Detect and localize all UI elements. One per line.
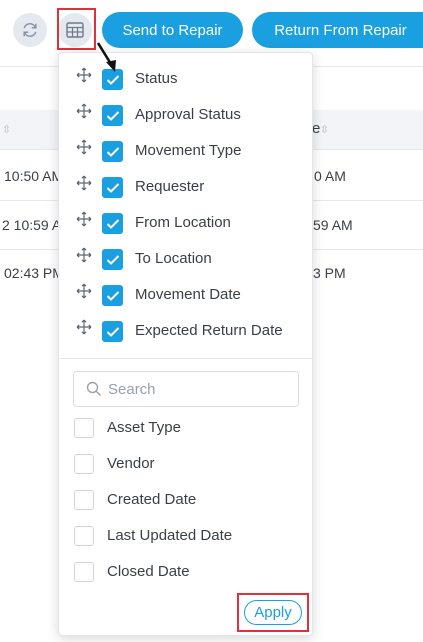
checkbox-checked[interactable] <box>102 285 123 306</box>
annotation-arrow <box>96 42 116 72</box>
column-label: Closed Date <box>107 563 190 580</box>
drag-handle-icon[interactable] <box>75 246 93 264</box>
selected-column-item[interactable]: Requester <box>75 174 310 202</box>
drag-handle-icon[interactable] <box>75 318 93 336</box>
checkbox-checked[interactable] <box>102 177 123 198</box>
sort-icon[interactable]: ⇳ <box>2 123 11 136</box>
return-from-repair-button[interactable]: Return From Repair <box>252 12 423 48</box>
checkbox-unchecked[interactable] <box>74 562 94 582</box>
selected-column-item[interactable]: Movement Type <box>75 138 310 166</box>
available-column-item[interactable]: Created Date <box>74 488 304 514</box>
table-cell: 3 PM <box>313 265 346 281</box>
apply-button[interactable]: Apply <box>244 600 302 625</box>
column-search[interactable] <box>73 371 299 407</box>
check-icon <box>106 290 119 301</box>
column-label: From Location <box>135 214 231 231</box>
check-icon <box>106 182 119 193</box>
column-label: Approval Status <box>135 106 241 123</box>
drag-handle-icon[interactable] <box>75 102 93 120</box>
selected-column-item[interactable]: Movement Date <box>75 282 310 310</box>
checkbox-unchecked[interactable] <box>74 490 94 510</box>
refresh-button[interactable] <box>13 13 47 47</box>
check-icon <box>106 218 119 229</box>
checkbox-checked[interactable] <box>102 105 123 126</box>
checkbox-checked[interactable] <box>102 141 123 162</box>
column-label: Movement Date <box>135 286 241 303</box>
search-input[interactable] <box>108 372 294 406</box>
checkbox-unchecked[interactable] <box>74 454 94 474</box>
column-button-highlight <box>57 8 96 50</box>
check-icon <box>106 146 119 157</box>
column-label: Last Updated Date <box>107 527 233 544</box>
available-column-item[interactable]: Closed Date <box>74 560 304 586</box>
column-chooser-panel: Status Approval Status Movement Type Req… <box>58 52 313 636</box>
check-icon <box>106 110 119 121</box>
available-column-item[interactable]: Asset Type <box>74 416 304 442</box>
send-to-repair-label: Send to Repair <box>122 21 223 39</box>
check-icon <box>106 254 119 265</box>
send-to-repair-button[interactable]: Send to Repair <box>102 12 243 48</box>
table-cell: 0 AM <box>314 168 346 184</box>
drag-handle-icon[interactable] <box>75 138 93 156</box>
apply-highlight: Apply <box>237 593 309 632</box>
drag-handle-icon[interactable] <box>75 66 93 84</box>
checkbox-unchecked[interactable] <box>74 418 94 438</box>
column-label: Vendor <box>107 455 155 472</box>
checkbox-checked[interactable] <box>102 213 123 234</box>
selected-column-item[interactable]: Approval Status <box>75 102 310 130</box>
column-label: Movement Type <box>135 142 242 159</box>
sort-icon[interactable]: ⇳ <box>320 123 329 136</box>
table-cell: 59 AM <box>313 217 353 233</box>
search-icon <box>86 381 101 396</box>
drag-handle-icon[interactable] <box>75 174 93 192</box>
column-label: Asset Type <box>107 419 181 436</box>
return-from-repair-label: Return From Repair <box>274 21 407 39</box>
checkbox-unchecked[interactable] <box>74 526 94 546</box>
checkbox-checked[interactable] <box>102 321 123 342</box>
table-cell: 02:43 PM <box>4 265 64 281</box>
column-label: Created Date <box>107 491 197 508</box>
panel-divider <box>59 358 312 359</box>
available-column-item[interactable]: Last Updated Date <box>74 524 304 550</box>
drag-handle-icon[interactable] <box>75 282 93 300</box>
checkbox-checked[interactable] <box>102 249 123 270</box>
selected-column-item[interactable]: To Location <box>75 246 310 274</box>
selected-column-item[interactable]: From Location <box>75 210 310 238</box>
column-label: Status <box>135 70 178 87</box>
available-column-item[interactable]: Vendor <box>74 452 304 478</box>
column-label: To Location <box>135 250 212 267</box>
column-label: Requester <box>135 178 205 195</box>
table-cell: 10:50 AM <box>4 168 64 184</box>
refresh-icon <box>23 23 37 37</box>
selected-column-item[interactable]: Expected Return Date <box>75 318 310 346</box>
column-label: Expected Return Date <box>135 322 283 339</box>
check-icon <box>106 326 119 337</box>
drag-handle-icon[interactable] <box>75 210 93 228</box>
check-icon <box>106 74 119 85</box>
table-cell: 2 10:59 A <box>2 217 62 233</box>
